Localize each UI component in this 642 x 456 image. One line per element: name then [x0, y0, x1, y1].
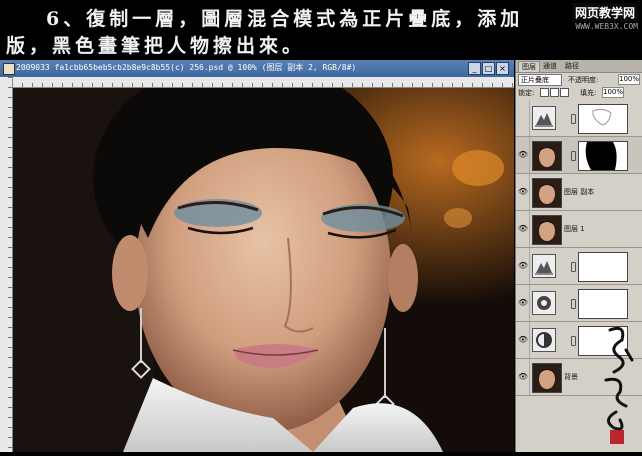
layer-row-selected[interactable]: 👁 — [516, 137, 642, 174]
maximize-button[interactable]: □ — [482, 62, 495, 75]
chain-icon[interactable] — [571, 262, 576, 272]
caption-line-1: 6、復制一層，圖層混合模式為正片疊底，添加 — [46, 8, 524, 30]
document-titlebar[interactable]: 2009033 fa1cbb65beb5cb2b8e9c8b55(c) 256.… — [0, 60, 514, 78]
tab-layers[interactable]: 图层 — [518, 61, 540, 72]
document-icon — [3, 63, 15, 75]
tab-paths[interactable]: 路径 — [562, 61, 582, 71]
layer-mask-thumbnail[interactable] — [578, 104, 628, 134]
chain-icon[interactable] — [571, 336, 576, 346]
layer-thumbnail[interactable] — [532, 178, 562, 208]
layer-name: 背景 — [564, 373, 578, 381]
layer-mask-thumbnail[interactable] — [578, 141, 628, 171]
blend-row: 正片叠底 不透明度: 100% — [518, 74, 640, 87]
eye-icon[interactable]: 👁 — [517, 359, 530, 395]
layer-mask-thumbnail[interactable] — [578, 289, 628, 319]
layer-name: 图层 副本 — [564, 188, 595, 196]
layer-mask-thumbnail[interactable] — [578, 252, 628, 282]
fill-input[interactable]: 100% — [602, 87, 624, 98]
vertical-ruler[interactable] — [0, 77, 13, 452]
document-title: 2009033 fa1cbb65beb5cb2b8e9c8b55(c) 256.… — [16, 63, 357, 72]
eye-icon[interactable]: 👁 — [517, 322, 530, 358]
artist-signature — [596, 320, 642, 452]
levels-icon — [532, 254, 556, 278]
lock-row: 锁定: 填充: 100% — [518, 87, 640, 100]
eye-icon[interactable]: 👁 — [517, 211, 530, 247]
eye-icon[interactable]: 👁 — [517, 248, 530, 284]
chain-icon[interactable] — [571, 151, 576, 161]
layer-thumbnail[interactable] — [532, 215, 562, 245]
document-window: 2009033 fa1cbb65beb5cb2b8e9c8b55(c) 256.… — [0, 60, 514, 452]
lock-transparent-checkbox[interactable] — [540, 88, 549, 97]
chain-icon[interactable] — [571, 114, 576, 124]
tab-channels[interactable]: 通道 — [540, 61, 560, 71]
lock-position-checkbox[interactable] — [560, 88, 569, 97]
fill-label: 填充: — [580, 89, 597, 97]
layer-row[interactable]: 👁 图层 副本 — [516, 174, 642, 211]
lock-label: 锁定: — [518, 89, 535, 97]
channel-mixer-icon — [532, 328, 556, 352]
eye-icon[interactable]: 👁 — [517, 174, 530, 210]
horizontal-ruler[interactable] — [12, 77, 514, 88]
visibility-toggle[interactable] — [517, 100, 530, 136]
circle-adjust-icon — [532, 291, 556, 315]
watermark-url: WWW.WEB3X.COM — [575, 22, 638, 31]
caption-line-2: 版，黑色畫筆把人物擦出來。 — [6, 35, 306, 57]
layer-name: 图层 1 — [564, 225, 585, 233]
panel-tabs: 图层 通道 路径 — [516, 60, 642, 73]
layer-row[interactable] — [516, 100, 642, 137]
eye-icon[interactable]: 👁 — [517, 285, 530, 321]
close-button[interactable]: × — [496, 62, 509, 75]
opacity-input[interactable]: 100% — [618, 74, 640, 85]
site-watermark: 网页教学网 WWW.WEB3X.COM — [571, 3, 638, 31]
layer-thumbnail[interactable] — [532, 141, 562, 171]
layer-row[interactable]: 👁 图层 1 — [516, 211, 642, 248]
blend-mode-select[interactable]: 正片叠底 — [518, 74, 562, 86]
layer-thumbnail[interactable] — [532, 363, 562, 393]
canvas-photo[interactable] — [13, 88, 514, 452]
minimize-button[interactable]: _ — [468, 62, 481, 75]
levels-icon — [532, 106, 556, 130]
watermark-site-name: 网页教学网 — [571, 3, 638, 22]
opacity-label: 不透明度: — [568, 76, 599, 84]
eye-icon[interactable]: 👁 — [517, 137, 530, 173]
chain-icon[interactable] — [571, 299, 576, 309]
layer-row[interactable]: 👁 — [516, 248, 642, 285]
lock-pixels-checkbox[interactable] — [550, 88, 559, 97]
portrait-image — [13, 88, 514, 452]
tutorial-caption: 6、復制一層，圖層混合模式為正片疊底，添加 版，黑色畫筆把人物擦出來。 网页教学… — [0, 0, 642, 60]
layer-row[interactable]: 👁 — [516, 285, 642, 322]
